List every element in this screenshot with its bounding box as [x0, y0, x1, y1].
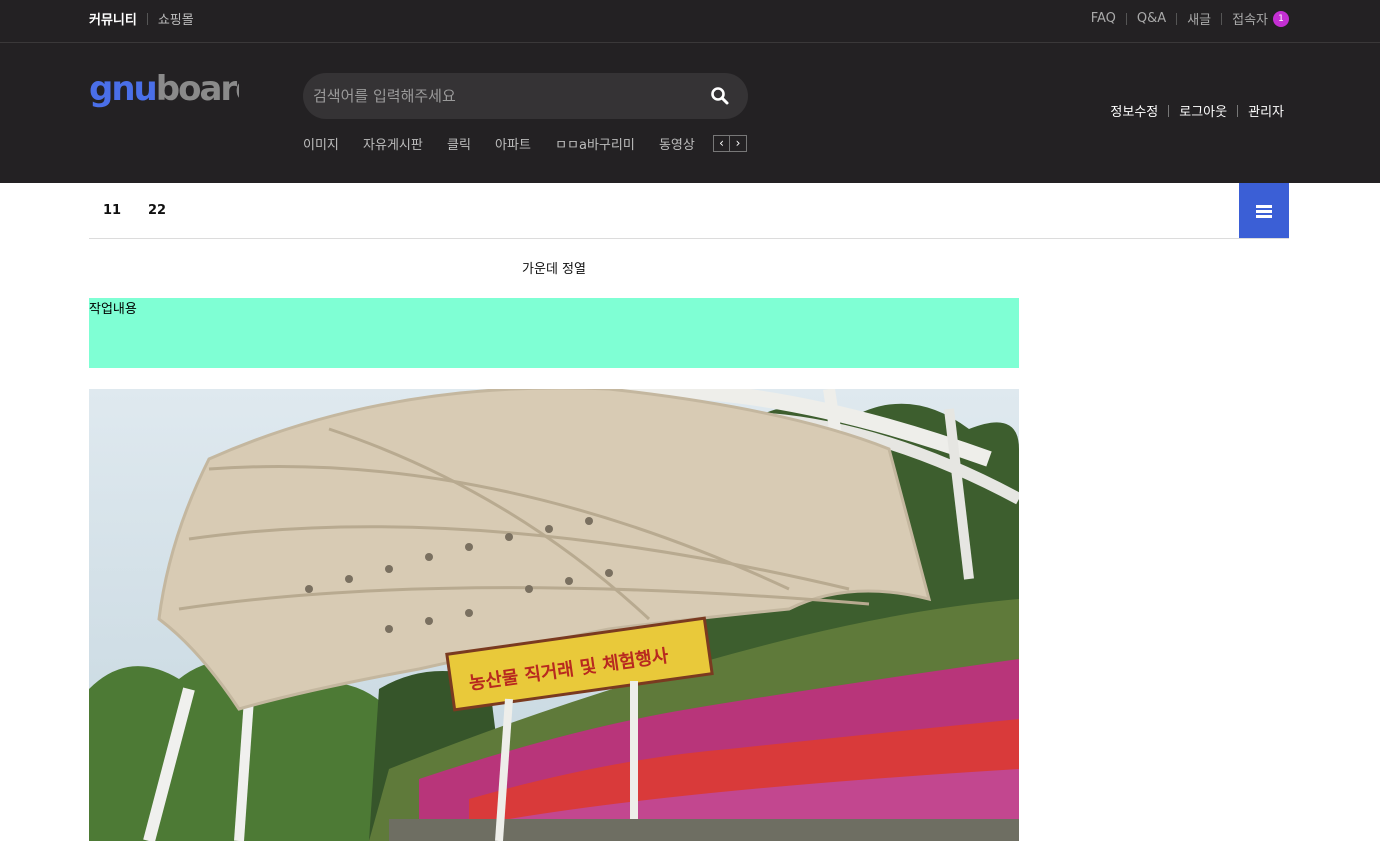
work-content-label: 작업내용	[89, 302, 137, 317]
divider	[146, 12, 148, 25]
divider	[1221, 12, 1223, 25]
edit-profile-link[interactable]: 정보수정	[1110, 101, 1158, 120]
main-nav: 11 22	[89, 183, 1289, 239]
popular-keyword[interactable]: 클릭	[447, 138, 471, 152]
top-right-links: FAQ Q&A 새글 접속자 1	[1091, 9, 1289, 28]
logout-link[interactable]: 로그아웃	[1179, 101, 1227, 120]
search-box	[303, 73, 748, 119]
center-title: 가운데 정열	[522, 262, 586, 277]
popular-nav: ‹ ›	[713, 135, 747, 152]
admin-link[interactable]: 관리자	[1248, 101, 1284, 120]
popular-keywords: 이미지 자유게시판 클릭 아파트 ㅁㅁa바구리미 동영상 여	[303, 134, 713, 152]
popular-keyword[interactable]: 자유게시판	[363, 138, 423, 152]
work-content-box: 작업내용	[89, 298, 1019, 368]
community-link[interactable]: 커뮤니티	[89, 9, 137, 28]
visitor-count-badge: 1	[1273, 10, 1289, 27]
popular-keyword[interactable]: ㅁㅁa바구리미	[555, 138, 635, 152]
new-posts-link[interactable]: 새글	[1187, 9, 1211, 28]
popular-next-button[interactable]: ›	[730, 135, 747, 152]
popular-keyword[interactable]: 아파트	[495, 138, 531, 152]
divider	[1168, 104, 1170, 117]
faq-link[interactable]: FAQ	[1091, 11, 1116, 26]
nav-item-11[interactable]: 11	[103, 203, 121, 218]
search-button[interactable]	[710, 86, 730, 106]
divider	[1176, 12, 1178, 25]
popular-keyword[interactable]: 이미지	[303, 138, 339, 152]
search-icon	[711, 87, 729, 105]
gnuboard-logo[interactable]: gnuboard	[89, 69, 239, 109]
top-bar: 커뮤니티 쇼핑몰 FAQ Q&A 새글 접속자 1	[0, 0, 1380, 43]
user-links: 정보수정 로그아웃 관리자	[1110, 101, 1284, 120]
divider	[1125, 12, 1127, 25]
svg-text:gnuboard: gnuboard	[89, 69, 239, 109]
popular-keyword[interactable]: 동영상	[659, 138, 695, 152]
search-input[interactable]	[313, 73, 693, 119]
shopping-mall-link[interactable]: 쇼핑몰	[158, 9, 194, 28]
qa-link[interactable]: Q&A	[1137, 11, 1166, 26]
all-menu-button[interactable]	[1239, 183, 1289, 238]
visitors-link[interactable]: 접속자	[1232, 9, 1268, 28]
divider	[1237, 104, 1239, 117]
top-left-links: 커뮤니티 쇼핑몰	[89, 9, 194, 28]
main-photo: 농산물 직거래 및 체험행사	[89, 389, 1019, 841]
site-header: gnuboard 이미지 자유게시판 클릭 아파트 ㅁㅁa바구리미 동영상 여 …	[0, 43, 1380, 183]
nav-item-22[interactable]: 22	[148, 203, 166, 218]
popular-prev-button[interactable]: ‹	[713, 135, 730, 152]
